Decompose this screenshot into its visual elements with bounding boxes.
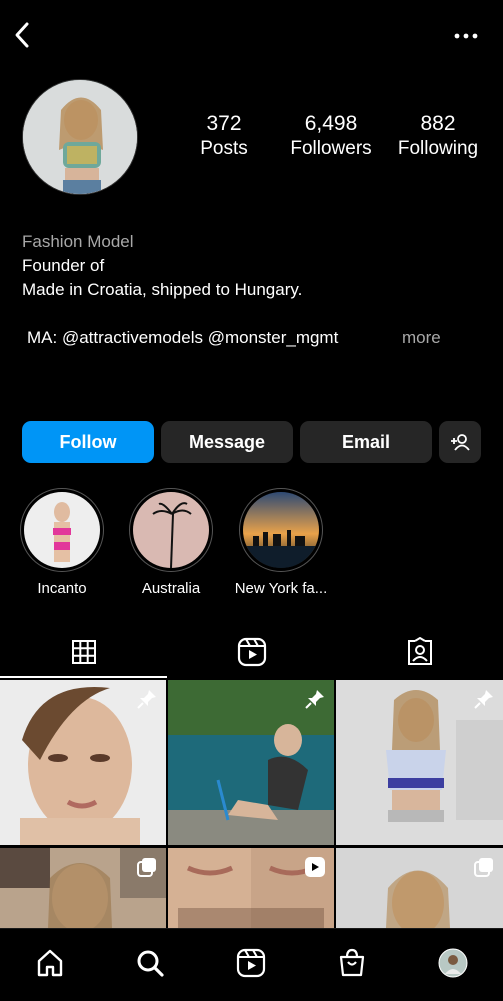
pinned-icon: [473, 688, 495, 715]
profile-avatar[interactable]: [22, 79, 138, 195]
followers-label: Followers: [290, 138, 372, 159]
more-options-button[interactable]: [450, 22, 482, 50]
followers-count[interactable]: 6,498 Followers: [281, 112, 381, 161]
highlight-ring: [239, 488, 323, 572]
followers-value: 6,498: [304, 112, 358, 135]
profile-avatar: [438, 948, 468, 978]
highlight-australia[interactable]: Australia: [116, 488, 226, 598]
add-person-icon: [451, 434, 470, 451]
message-button[interactable]: Message: [161, 421, 293, 463]
following-count[interactable]: 882 Following: [388, 112, 488, 161]
suggested-accounts-button[interactable]: [439, 421, 481, 463]
carousel-icon: [136, 856, 158, 883]
highlight-new-york[interactable]: New York fa...: [226, 488, 336, 598]
tab-tagged[interactable]: [336, 626, 503, 678]
following-value: 882: [420, 112, 456, 135]
carousel-icon: [473, 856, 495, 883]
posts-value: 372: [206, 112, 242, 135]
bottom-navigation: [0, 928, 503, 1001]
back-arrow-icon: [15, 22, 29, 48]
tab-reels[interactable]: [168, 626, 335, 678]
bio-category: Fashion Model: [22, 232, 134, 251]
post-thumbnail[interactable]: [168, 680, 334, 845]
highlight-cover: [243, 492, 319, 568]
highlight-cover: [133, 492, 209, 568]
nav-reels[interactable]: [226, 941, 276, 985]
posts-label: Posts: [200, 138, 248, 159]
bio-line-2: Made in Croatia, shipped to Hungary.: [22, 280, 303, 299]
bio-line-3[interactable]: MA: @attractivemodels @monster_mgmt: [27, 326, 338, 350]
profile-bio: Fashion Model Founder of Made in Croatia…: [22, 230, 482, 302]
reels-icon: [236, 948, 266, 978]
reel-icon: [304, 856, 326, 883]
bio-line-1: Founder of: [22, 256, 105, 275]
nav-shop[interactable]: [327, 941, 377, 985]
profile-tabs: [0, 626, 503, 678]
grid-icon: [71, 640, 96, 664]
search-icon: [137, 950, 164, 977]
post-thumbnail[interactable]: [336, 680, 503, 845]
active-tab-indicator: [0, 676, 167, 678]
pinned-icon: [136, 688, 158, 715]
highlight-label: New York fa...: [234, 580, 328, 597]
highlight-label: Australia: [141, 580, 201, 597]
post-thumbnail[interactable]: [168, 848, 334, 928]
bio-more-link[interactable]: more: [402, 326, 441, 350]
highlight-ring: [20, 488, 104, 572]
reels-icon: [237, 637, 266, 667]
more-dots-icon: [454, 33, 478, 39]
highlight-incanto[interactable]: Incanto: [7, 488, 117, 598]
tab-posts-grid[interactable]: [0, 626, 167, 678]
post-thumbnail[interactable]: [0, 680, 166, 845]
pinned-icon: [304, 688, 326, 715]
nav-search[interactable]: [125, 941, 175, 985]
highlight-ring: [129, 488, 213, 572]
post-thumbnail[interactable]: [336, 848, 503, 928]
shop-icon: [339, 948, 365, 977]
following-label: Following: [397, 138, 479, 159]
tagged-icon: [407, 637, 432, 665]
nav-profile[interactable]: [428, 941, 478, 985]
post-thumbnail[interactable]: [0, 848, 166, 928]
home-icon: [37, 949, 63, 977]
nav-home[interactable]: [25, 941, 75, 985]
back-button[interactable]: [8, 18, 36, 52]
highlight-label: Incanto: [37, 580, 87, 597]
avatar-image: [23, 80, 137, 194]
highlight-cover: [24, 492, 100, 568]
follow-button[interactable]: Follow: [22, 421, 154, 463]
posts-count[interactable]: 372 Posts: [174, 112, 274, 161]
email-button[interactable]: Email: [300, 421, 432, 463]
